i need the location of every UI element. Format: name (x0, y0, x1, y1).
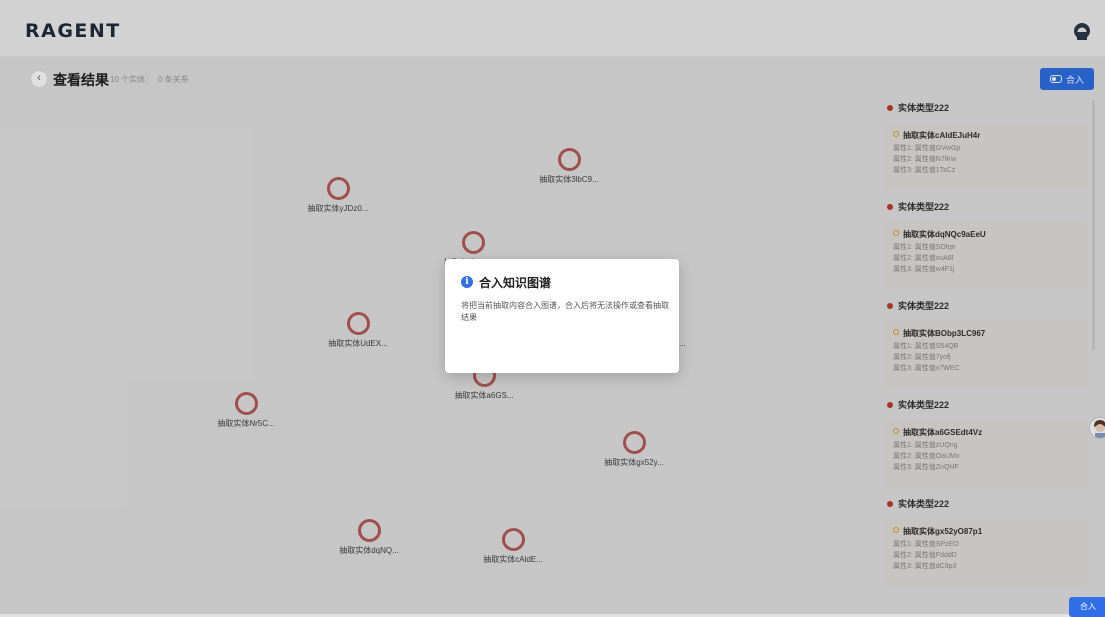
confirm-merge-button[interactable]: 合入 (1069, 597, 1105, 617)
dialog-message: 将把当前抽取内容合入图谱，合入后将无法操作或查看抽取结果 (461, 301, 669, 322)
dialog-title: 合入知识图谱 (479, 276, 552, 290)
info-icon: i (461, 276, 473, 288)
confirm-dialog: i 合入知识图谱 将把当前抽取内容合入图谱，合入后将无法操作或查看抽取结果 合入 (445, 259, 1105, 617)
